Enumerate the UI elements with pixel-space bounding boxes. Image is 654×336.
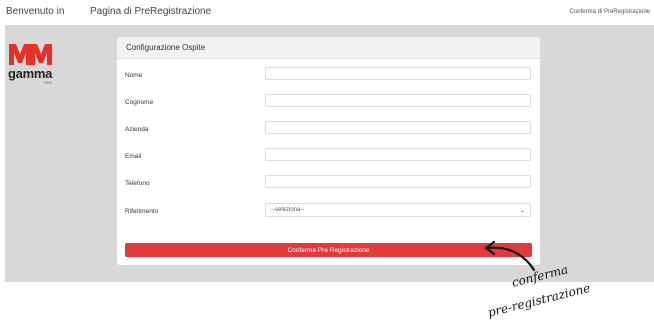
logo-brand-text: gamma — [8, 66, 53, 81]
riferimento-selected-value: --seleziona-- — [271, 207, 305, 213]
azienda-label: Azienda — [125, 126, 149, 133]
email-field[interactable] — [265, 148, 531, 161]
top-bar: Benvenuto in Pagina di PreRegistrazione … — [0, 0, 654, 24]
email-label: Email — [125, 153, 142, 160]
telefono-field[interactable] — [265, 175, 531, 188]
riferimento-select[interactable]: --seleziona-- ⌄ — [265, 203, 531, 217]
confirm-preregistration-button[interactable]: Conferma Pre Registrazione — [125, 243, 532, 257]
logo-mark-icon — [9, 44, 52, 65]
company-logo: gamma SPA — [6, 40, 56, 88]
logo-sub-text: SPA — [44, 80, 52, 85]
cognome-field[interactable] — [265, 94, 531, 107]
nome-label: Nome — [125, 72, 143, 79]
annotation-line-2: pre-registrazione — [486, 280, 592, 320]
card-header: Configurazione Ospite — [117, 37, 540, 59]
welcome-text: Benvenuto in — [6, 6, 65, 17]
cognome-label: Cognome — [125, 99, 154, 106]
form-title: Configurazione Ospite — [126, 43, 206, 52]
page-title: Pagina di PreRegistrazione — [90, 6, 212, 17]
guest-form-card: Configurazione Ospite Nome Cognome Azien… — [117, 37, 540, 265]
curved-arrow-icon — [484, 240, 536, 272]
nav-link-conferma[interactable]: Conferma di PreRegistrazione — [570, 9, 650, 15]
azienda-field[interactable] — [265, 121, 531, 134]
handwritten-annotation: conferma pre-registrazione — [478, 240, 648, 336]
chevron-down-icon: ⌄ — [519, 207, 525, 214]
telefono-label: Telefono — [125, 180, 150, 187]
nome-field[interactable] — [265, 67, 531, 80]
riferimento-label: Riferimento — [125, 208, 159, 215]
